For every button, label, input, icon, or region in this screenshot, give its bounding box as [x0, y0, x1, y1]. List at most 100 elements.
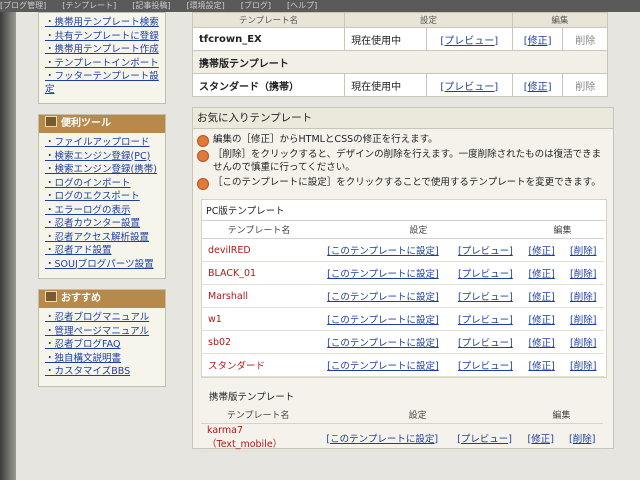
template-name: Marshall: [202, 284, 316, 308]
top-menu-item[interactable]: [ヘルプ]: [287, 1, 317, 10]
template-name: sb02: [202, 330, 316, 354]
template-row: devilRED [このテンプレートに設定] [プレビュー] [修正] [削除]: [202, 238, 604, 262]
set-template-link[interactable]: [このテンプレートに設定]: [327, 269, 439, 280]
top-menu-bar: [ブログ管理] [テンプレート] [記事投稿] [環境設定] [ブログ] [ヘルプ]: [0, 0, 640, 12]
tool-link[interactable]: SOUJブログパーツ設置: [45, 259, 161, 272]
col-edit: 編集: [520, 221, 604, 239]
delete-link[interactable]: [削除]: [570, 292, 596, 303]
edit-link[interactable]: [修正]: [528, 434, 554, 445]
current-mobile-label: 携帯版テンプレート: [192, 50, 608, 74]
set-template-link[interactable]: [このテンプレートに設定]: [327, 246, 439, 257]
note-delete: ［削除］をクリックすると、デザインの削除を行えます。一度削除されたものは復活でき…: [197, 148, 609, 174]
edit-link[interactable]: [修正]: [528, 292, 554, 303]
col-edit: 編集: [520, 406, 603, 424]
edit-link[interactable]: [修正]: [528, 315, 554, 326]
mobile-template-title: 携帯版テンプレート: [209, 392, 295, 403]
tool-link[interactable]: 忍者アクセス解析設置: [45, 232, 161, 245]
current-mobile-delete: 削除: [562, 73, 608, 97]
tool-link[interactable]: 検索エンジン登録(携帯): [45, 164, 161, 177]
preview-link[interactable]: [プレビュー]: [458, 269, 513, 280]
edit-link[interactable]: [修正]: [528, 338, 554, 349]
sidebar: 携帯用テンプレート検索共有テンプレートに登録携帯用テンプレート作成テンプレートイ…: [38, 12, 166, 480]
preview-link[interactable]: [プレビュー]: [458, 315, 513, 326]
template-link[interactable]: 共有テンプレートに登録: [45, 31, 161, 44]
favorites-panel: お気に入りテンプレート 編集の［修正］からHTMLとCSSの修正を行えます。 ［…: [192, 107, 614, 452]
delete-link[interactable]: [削除]: [569, 434, 595, 445]
tools-links: ファイルアップロード検索エンジン登録(PC)検索エンジン登録(携帯)ログのインポ…: [39, 133, 165, 278]
current-pc-preview-link[interactable]: [プレビュー]: [440, 36, 498, 47]
osusume-link[interactable]: 管理ページマニュアル: [45, 326, 161, 339]
tool-link[interactable]: エラーログの表示: [45, 205, 161, 218]
top-menu-item[interactable]: [環境設定]: [187, 1, 225, 10]
sidebar-template-menu: 携帯用テンプレート検索共有テンプレートに登録携帯用テンプレート作成テンプレートイ…: [38, 12, 166, 104]
template-link[interactable]: フッターテンプレート設定: [45, 71, 161, 96]
pc-template-section: PC版テンプレート テンプレート名 設定 編集 devilRED [このテンプレー…: [201, 199, 607, 378]
template-link[interactable]: テンプレートインポート: [45, 58, 161, 71]
template-name: BLACK_01: [202, 261, 316, 285]
preview-link[interactable]: [プレビュー]: [458, 338, 513, 349]
template-name: w1: [202, 307, 316, 331]
edit-link[interactable]: [修正]: [528, 361, 554, 372]
top-menu-item[interactable]: [ブログ]: [241, 1, 271, 10]
osusume-title: おすすめ: [61, 293, 101, 304]
preview-link[interactable]: [プレビュー]: [457, 434, 512, 445]
set-template-link[interactable]: [このテンプレートに設定]: [327, 315, 439, 326]
sidebar-osusume-menu: おすすめ 忍者ブログマニュアル管理ページマニュアル忍者ブログFAQ独自構文説明書…: [38, 289, 166, 387]
top-menu-item[interactable]: [ブログ管理]: [0, 1, 46, 10]
pc-template-title: PC版テンプレート: [202, 200, 606, 221]
note-text: 編集の［修正］からHTMLとCSSの修正を行えます。: [213, 134, 438, 145]
current-mobile-status: 現在使用中: [344, 73, 427, 97]
delete-link[interactable]: [削除]: [570, 269, 596, 280]
tool-link[interactable]: 忍者カウンター設置: [45, 218, 161, 231]
template-row: karma7 （Text_mobile） [このテンプレートに設定] [プレビュー]…: [201, 423, 603, 452]
note-set: ［このテンプレートに設定］をクリックすることで使用するテンプレートを変更できます…: [197, 176, 609, 190]
template-row: BLACK_01 [このテンプレートに設定] [プレビュー] [修正] [削除]: [202, 261, 604, 285]
top-menu-item[interactable]: [記事投稿]: [132, 1, 170, 10]
tool-link[interactable]: ファイルアップロード: [45, 137, 161, 150]
delete-link[interactable]: [削除]: [570, 338, 596, 349]
template-name: devilRED: [202, 238, 316, 262]
mobile-template-table: テンプレート名 設定 編集 karma7 （Text_mobile） [このテンプ…: [201, 406, 603, 452]
top-menu-item[interactable]: [テンプレート]: [62, 1, 116, 10]
set-template-link[interactable]: [このテンプレートに設定]: [326, 434, 438, 445]
screen: [ブログ管理] [テンプレート] [記事投稿] [環境設定] [ブログ] [ヘルプ] 携帯…: [0, 0, 640, 480]
osusume-links: 忍者ブログマニュアル管理ページマニュアル忍者ブログFAQ独自構文説明書カスタマイ…: [39, 308, 165, 386]
preview-link[interactable]: [プレビュー]: [458, 292, 513, 303]
tool-link[interactable]: ログのエクスポート: [45, 191, 161, 204]
osusume-link[interactable]: カスタマイズBBS: [45, 366, 161, 379]
osusume-link[interactable]: 忍者ブログマニュアル: [45, 312, 161, 325]
monitor-edge: [0, 12, 16, 480]
tool-link[interactable]: 検索エンジン登録(PC): [45, 151, 161, 164]
note-bullet-icon: [197, 178, 209, 190]
template-links: 携帯用テンプレート検索共有テンプレートに登録携帯用テンプレート作成テンプレートイ…: [39, 13, 165, 103]
main-content: テンプレート名 設定 編集 tfcrown_EX 現在使用中 [プレビュー] […: [191, 12, 614, 452]
col-edit: 編集: [511, 12, 609, 28]
set-template-link[interactable]: [このテンプレートに設定]: [327, 292, 439, 303]
osusume-link[interactable]: 忍者ブログFAQ: [45, 339, 161, 352]
template-link[interactable]: 携帯用テンプレート検索: [45, 17, 161, 30]
note-edit: 編集の［修正］からHTMLとCSSの修正を行えます。: [197, 133, 609, 147]
preview-link[interactable]: [プレビュー]: [458, 246, 513, 257]
edit-link[interactable]: [修正]: [528, 246, 554, 257]
tool-link[interactable]: ログのインポート: [45, 178, 161, 191]
col-setting: 設定: [315, 221, 521, 239]
note-bullet-icon: [197, 135, 209, 147]
current-mobile-edit-link[interactable]: [修正]: [524, 82, 552, 93]
tool-link[interactable]: 忍者アド設置: [45, 245, 161, 258]
delete-link[interactable]: [削除]: [570, 246, 596, 257]
set-template-link[interactable]: [このテンプレートに設定]: [327, 361, 439, 372]
set-template-link[interactable]: [このテンプレートに設定]: [327, 338, 439, 349]
col-setting: 設定: [315, 406, 520, 424]
edit-link[interactable]: [修正]: [528, 269, 554, 280]
tools-title: 便利ツール: [61, 118, 111, 129]
delete-link[interactable]: [削除]: [570, 315, 596, 326]
template-name: スタンダード: [202, 353, 316, 377]
osusume-link[interactable]: 独自構文説明書: [45, 353, 161, 366]
preview-link[interactable]: [プレビュー]: [458, 361, 513, 372]
current-mobile-preview-link[interactable]: [プレビュー]: [440, 82, 498, 93]
current-pc-edit-link[interactable]: [修正]: [524, 36, 552, 47]
col-template-name: テンプレート名: [201, 406, 316, 424]
pc-template-table: テンプレート名 設定 編集 devilRED [このテンプレートに設定] [プレビュ…: [202, 221, 604, 377]
delete-link[interactable]: [削除]: [570, 361, 596, 372]
template-link[interactable]: 携帯用テンプレート作成: [45, 44, 161, 57]
